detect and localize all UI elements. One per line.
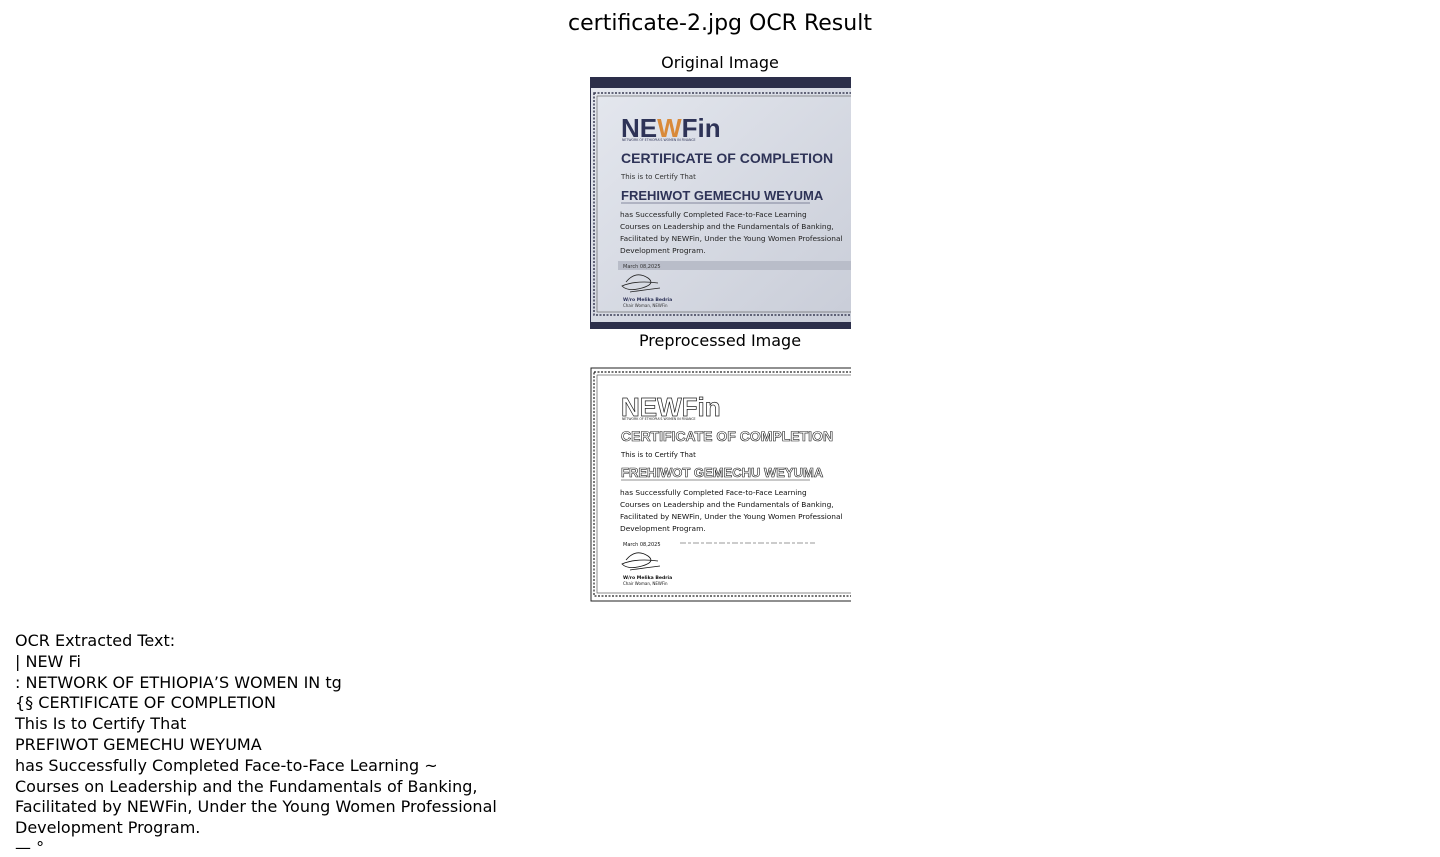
original-image: NEWFin NETWORK OF ETHIOPIA'S WOMEN IN FI… bbox=[590, 77, 851, 329]
svg-text:Chair Woman, NEWFin: Chair Woman, NEWFin bbox=[623, 581, 668, 586]
svg-text:This is to Certify That: This is to Certify That bbox=[620, 173, 696, 181]
ocr-line-partial: — ° bbox=[15, 838, 45, 857]
ocr-label: OCR Extracted Text: bbox=[15, 631, 176, 650]
svg-text:NETWORK OF ETHIOPIA'S WOMEN IN: NETWORK OF ETHIOPIA'S WOMEN IN FINANCE bbox=[622, 138, 696, 142]
preprocessed-image-label: Preprocessed Image bbox=[638, 331, 802, 350]
original-image-label: Original Image bbox=[661, 53, 779, 72]
preprocessed-image: NEWFin NETWORK OF ETHIOPIA'S WOMEN IN FI… bbox=[590, 367, 851, 603]
svg-text:CERTIFICATE OF COMPLETION: CERTIFICATE OF COMPLETION bbox=[621, 150, 833, 166]
ocr-line: | NEW Fi bbox=[15, 651, 81, 671]
svg-text:NETWORK OF ETHIOPIA'S WOMEN IN: NETWORK OF ETHIOPIA'S WOMEN IN FINANCE bbox=[622, 417, 696, 421]
svg-text:has Successfully Completed Fac: has Successfully Completed Face-to-Face … bbox=[620, 488, 807, 497]
svg-text:Courses on Leadership and the: Courses on Leadership and the Fundamenta… bbox=[620, 222, 834, 231]
svg-text:Facilitated by NEWFin, Under t: Facilitated by NEWFin, Under the Young W… bbox=[620, 234, 843, 243]
svg-text:This is to Certify That: This is to Certify That bbox=[620, 451, 696, 459]
svg-text:has Successfully Completed Fac: has Successfully Completed Face-to-Face … bbox=[620, 210, 807, 219]
page-title: certificate-2.jpg OCR Result bbox=[568, 11, 872, 36]
ocr-line: Facilitated by NEWFin, Under the Young W… bbox=[15, 797, 497, 817]
svg-text:FREHIWOT GEMECHU WEYUMA: FREHIWOT GEMECHU WEYUMA bbox=[621, 188, 824, 203]
ocr-text-block: OCR Extracted Text: | NEW Fi : NETWORK O… bbox=[15, 631, 497, 839]
svg-text:March 08,2025: March 08,2025 bbox=[623, 264, 661, 270]
svg-text:Development Program.: Development Program. bbox=[620, 246, 706, 255]
ocr-line: This Is to Certify That bbox=[15, 714, 187, 734]
ocr-line: PREFIWOT GEMECHU WEYUMA bbox=[15, 734, 262, 754]
svg-text:Chair Woman, NEWFin: Chair Woman, NEWFin bbox=[623, 303, 668, 308]
svg-text:FREHIWOT GEMECHU WEYUMA: FREHIWOT GEMECHU WEYUMA bbox=[621, 465, 824, 480]
ocr-line: Development Program. bbox=[15, 818, 201, 838]
svg-text:CERTIFICATE OF COMPLETION: CERTIFICATE OF COMPLETION bbox=[621, 428, 833, 444]
ocr-line: has Successfully Completed Face-to-Face … bbox=[15, 755, 438, 775]
ocr-line: Courses on Leadership and the Fundamenta… bbox=[15, 776, 478, 796]
svg-text:March 08,2025: March 08,2025 bbox=[623, 542, 661, 548]
ocr-line: {§ CERTIFICATE OF COMPLETION bbox=[15, 693, 276, 713]
ocr-line: : NETWORK OF ETHIOPIA’S WOMEN IN tg bbox=[15, 672, 342, 692]
svg-text:Facilitated by NEWFin, Under t: Facilitated by NEWFin, Under the Young W… bbox=[620, 512, 843, 521]
svg-text:Development Program.: Development Program. bbox=[620, 524, 706, 533]
svg-text:Courses on Leadership and the: Courses on Leadership and the Fundamenta… bbox=[620, 500, 834, 509]
